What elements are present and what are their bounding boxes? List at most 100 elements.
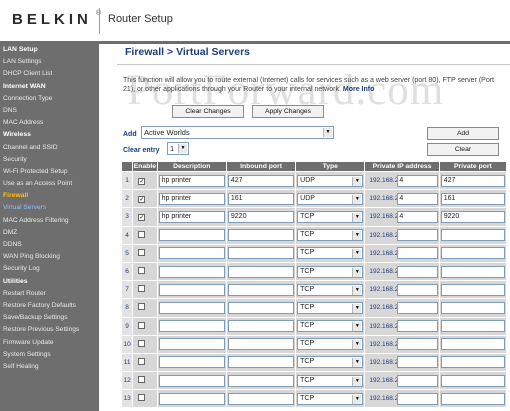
- private-port-input[interactable]: 9220: [440, 210, 505, 223]
- ip-last-octet-input[interactable]: [397, 229, 438, 242]
- sidebar-item-ddns[interactable]: DDNS: [0, 239, 99, 251]
- description-input[interactable]: [158, 283, 225, 296]
- sidebar-item-connection-type[interactable]: Connection Type: [0, 93, 99, 105]
- private-port-input[interactable]: [440, 229, 505, 242]
- sidebar-item-wan-ping-blocking[interactable]: WAN Ping Blocking: [0, 251, 99, 263]
- enable-checkbox[interactable]: [138, 321, 146, 329]
- private-port-input[interactable]: [440, 301, 505, 314]
- enable-checkbox[interactable]: [138, 303, 146, 311]
- description-input[interactable]: [158, 338, 225, 351]
- sidebar-item-system-settings[interactable]: System Settings: [0, 349, 99, 361]
- ip-last-octet-input[interactable]: [397, 283, 438, 296]
- ip-last-octet-input[interactable]: [397, 301, 438, 314]
- private-port-input[interactable]: [440, 283, 505, 296]
- private-port-input[interactable]: [440, 392, 505, 405]
- sidebar-item-dhcp-client-list[interactable]: DHCP Client List: [0, 68, 99, 80]
- sidebar-item-wi-fi-protected-setup[interactable]: Wi-Fi Protected Setup: [0, 166, 99, 178]
- type-select[interactable]: TCP ▼: [297, 265, 364, 278]
- ip-last-octet-input[interactable]: 4: [397, 210, 438, 223]
- type-select[interactable]: TCP ▼: [297, 356, 364, 369]
- enable-checkbox[interactable]: ✓: [138, 178, 146, 186]
- type-select[interactable]: TCP ▼: [297, 301, 364, 314]
- private-port-input[interactable]: 161: [440, 192, 505, 205]
- ip-last-octet-input[interactable]: [397, 338, 438, 351]
- clear-entry-select[interactable]: 1 ▼: [167, 142, 189, 155]
- sidebar-item-mac-address[interactable]: MAC Address: [0, 117, 99, 129]
- sidebar-item-mac-address-filtering[interactable]: MAC Address Filtering: [0, 215, 99, 227]
- add-button[interactable]: Add: [427, 127, 499, 140]
- enable-checkbox[interactable]: [138, 285, 146, 293]
- inbound-port-input[interactable]: [227, 283, 295, 296]
- private-port-input[interactable]: [440, 356, 505, 369]
- type-select[interactable]: TCP ▼: [297, 374, 364, 387]
- inbound-port-input[interactable]: [227, 229, 295, 242]
- inbound-port-input[interactable]: [227, 356, 295, 369]
- type-select[interactable]: TCP ▼: [297, 210, 364, 223]
- sidebar-item-restart-router[interactable]: Restart Router: [0, 288, 99, 300]
- sidebar-item-firmware-update[interactable]: Firmware Update: [0, 337, 99, 349]
- ip-last-octet-input[interactable]: [397, 374, 438, 387]
- type-select[interactable]: TCP ▼: [297, 283, 364, 296]
- ip-last-octet-input[interactable]: [397, 320, 438, 333]
- inbound-port-input[interactable]: [227, 392, 295, 405]
- enable-checkbox[interactable]: [138, 376, 146, 384]
- enable-checkbox[interactable]: [138, 230, 146, 238]
- private-port-input[interactable]: [440, 374, 505, 387]
- description-input[interactable]: [158, 265, 225, 278]
- add-application-select[interactable]: Active Worlds ▼: [141, 126, 334, 139]
- description-input[interactable]: [158, 301, 225, 314]
- sidebar-item-dmz[interactable]: DMZ: [0, 227, 99, 239]
- private-port-input[interactable]: [440, 320, 505, 333]
- inbound-port-input[interactable]: [227, 320, 295, 333]
- type-select[interactable]: TCP ▼: [297, 229, 364, 242]
- inbound-port-input[interactable]: [227, 301, 295, 314]
- sidebar-item-save-backup-settings[interactable]: Save/Backup Settings: [0, 312, 99, 324]
- ip-last-octet-input[interactable]: 4: [397, 174, 438, 187]
- clear-changes-button[interactable]: Clear Changes: [172, 105, 244, 118]
- inbound-port-input[interactable]: 9220: [227, 210, 295, 223]
- type-select[interactable]: UDP ▼: [297, 174, 364, 187]
- ip-last-octet-input[interactable]: [397, 247, 438, 260]
- enable-checkbox[interactable]: [138, 357, 146, 365]
- inbound-port-input[interactable]: 427: [227, 174, 295, 187]
- ip-last-octet-input[interactable]: [397, 265, 438, 278]
- type-select[interactable]: UDP ▼: [297, 192, 364, 205]
- description-input[interactable]: [158, 229, 225, 242]
- sidebar-item-restore-factory-defaults[interactable]: Restore Factory Defaults: [0, 300, 99, 312]
- private-port-input[interactable]: 427: [440, 174, 505, 187]
- enable-checkbox[interactable]: ✓: [138, 214, 146, 222]
- description-input[interactable]: [158, 356, 225, 369]
- apply-changes-button[interactable]: Apply Changes: [252, 105, 324, 118]
- description-input[interactable]: [158, 320, 225, 333]
- type-select[interactable]: TCP ▼: [297, 392, 364, 405]
- inbound-port-input[interactable]: [227, 247, 295, 260]
- enable-checkbox[interactable]: [138, 339, 146, 347]
- type-select[interactable]: TCP ▼: [297, 320, 364, 333]
- ip-last-octet-input[interactable]: 4: [397, 192, 438, 205]
- private-port-input[interactable]: [440, 338, 505, 351]
- sidebar-item-lan-settings[interactable]: LAN Settings: [0, 56, 99, 68]
- sidebar-item-restore-previous-settings[interactable]: Restore Previous Settings: [0, 324, 99, 336]
- inbound-port-input[interactable]: [227, 265, 295, 278]
- inbound-port-input[interactable]: 161: [227, 192, 295, 205]
- inbound-port-input[interactable]: [227, 374, 295, 387]
- sidebar-item-self-healing[interactable]: Self Healing: [0, 361, 99, 373]
- ip-last-octet-input[interactable]: [397, 392, 438, 405]
- sidebar-item-dns[interactable]: DNS: [0, 105, 99, 117]
- inbound-port-input[interactable]: [227, 338, 295, 351]
- sidebar-item-virtual-servers[interactable]: Virtual Servers: [0, 202, 99, 214]
- description-input[interactable]: hp printer: [158, 192, 225, 205]
- description-input[interactable]: [158, 392, 225, 405]
- type-select[interactable]: TCP ▼: [297, 247, 364, 260]
- enable-checkbox[interactable]: [138, 394, 146, 402]
- sidebar-item-security-log[interactable]: Security Log: [0, 263, 99, 275]
- description-input[interactable]: [158, 247, 225, 260]
- enable-checkbox[interactable]: [138, 248, 146, 256]
- description-input[interactable]: hp printer: [158, 210, 225, 223]
- private-port-input[interactable]: [440, 247, 505, 260]
- description-input[interactable]: hp printer: [158, 174, 225, 187]
- sidebar-item-security[interactable]: Security: [0, 154, 99, 166]
- enable-checkbox[interactable]: ✓: [138, 196, 146, 204]
- more-info-link[interactable]: More Info: [343, 86, 375, 93]
- sidebar-item-use-as-an-access-point[interactable]: Use as an Access Point: [0, 178, 99, 190]
